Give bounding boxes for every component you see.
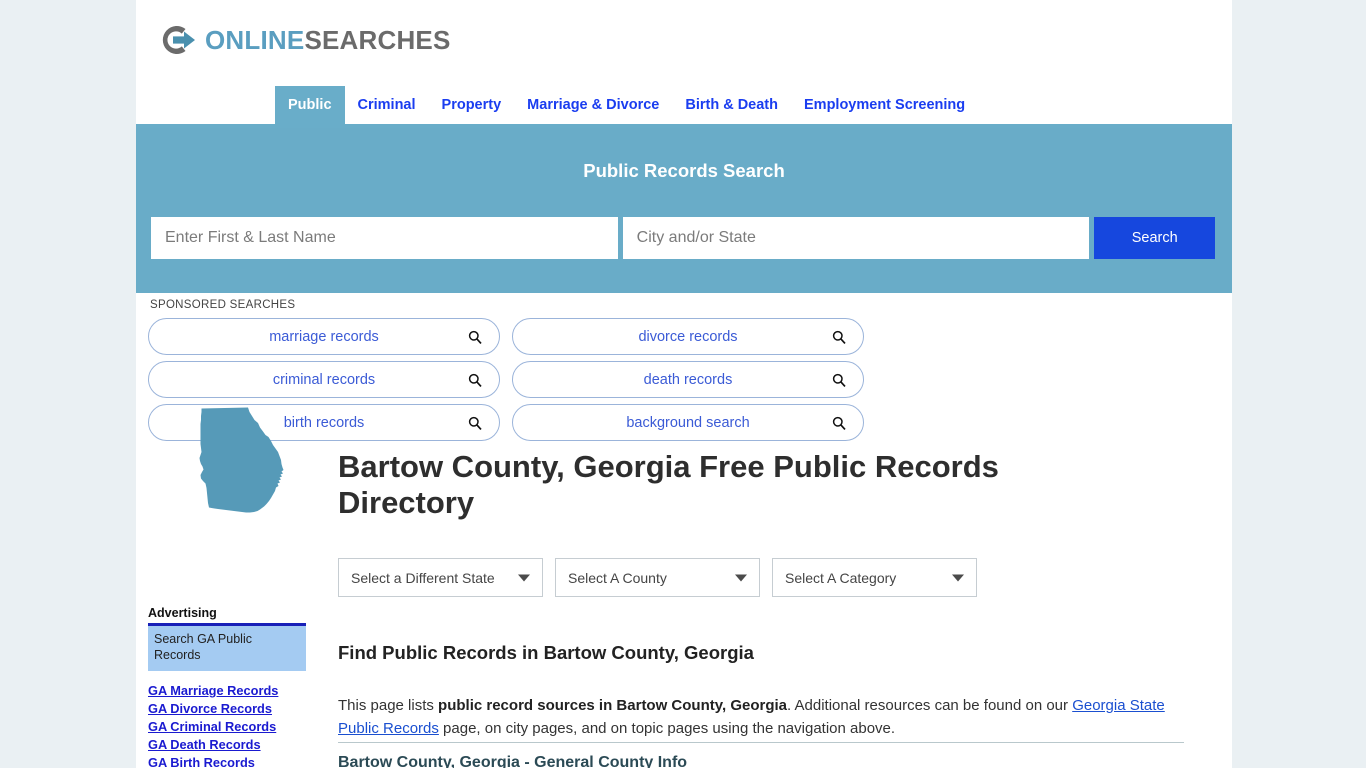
advertising-sidebar: Advertising Search GA Public Records GA … [148, 606, 308, 768]
sponsored-pill-label: divorce records [638, 328, 738, 345]
page-title: Bartow County, Georgia Free Public Recor… [338, 448, 999, 521]
search-icon [832, 416, 846, 430]
nav-tab-property[interactable]: Property [429, 86, 515, 124]
sponsored-searches-label: SPONSORED SEARCHES [150, 299, 296, 311]
sponsored-pill-label: death records [643, 371, 733, 388]
ad-link-ga-death-records[interactable]: GA Death Records [148, 737, 308, 752]
nav-tab-employment-screening[interactable]: Employment Screening [791, 86, 978, 124]
nav-tab-criminal[interactable]: Criminal [345, 86, 429, 124]
search-city-input[interactable] [622, 217, 1090, 259]
advertising-link-list: GA Marriage Records GA Divorce Records GA … [148, 683, 308, 768]
search-form: Search [151, 217, 1216, 259]
content-container: ONLINESEARCHES Public Criminal Property Mar… [136, 0, 1232, 768]
filter-select-row: Select a Different State Select A County… [338, 558, 977, 597]
intro-text-post: page, on city pages, and on topic pages … [438, 719, 896, 737]
ad-promo-text: Search GA Public Records [154, 632, 252, 662]
search-submit-button[interactable]: Search [1094, 217, 1216, 259]
state-select-label: Select a Different State [351, 569, 495, 586]
logo-wordmark: ONLINESEARCHES [205, 25, 451, 56]
search-icon [468, 330, 482, 344]
nav-tab-public[interactable]: Public [275, 86, 345, 124]
logo-word-searches: SEARCHES [304, 24, 451, 55]
ad-link-ga-divorce-records[interactable]: GA Divorce Records [148, 701, 308, 716]
logo-word-online: ONLINE [205, 24, 305, 55]
ad-link-ga-marriage-records[interactable]: GA Marriage Records [148, 683, 308, 698]
general-county-info-heading: Bartow County, Georgia - General County … [338, 754, 688, 768]
public-records-search-band: Public Records Search Search [136, 128, 1232, 293]
search-icon [468, 373, 482, 387]
sponsored-pill-marriage-records[interactable]: marriage records [148, 318, 500, 355]
nav-tab-marriage-divorce[interactable]: Marriage & Divorce [514, 86, 672, 124]
ad-link-ga-birth-records[interactable]: GA Birth Records [148, 755, 308, 768]
sponsored-pill-label: marriage records [269, 328, 379, 345]
advertising-heading: Advertising [148, 606, 217, 620]
intro-paragraph: This page lists public record sources in… [338, 695, 1184, 740]
ad-link-ga-criminal-records[interactable]: GA Criminal Records [148, 719, 308, 734]
search-icon [468, 416, 482, 430]
search-band-title: Public Records Search [583, 160, 785, 181]
section-heading: Find Public Records in Bartow County, Ge… [338, 642, 754, 664]
search-icon [832, 373, 846, 387]
chevron-down-icon [735, 574, 747, 581]
section-divider [338, 742, 1184, 743]
sponsored-pill-death-records[interactable]: death records [512, 361, 864, 398]
sponsored-pill-background-search[interactable]: background search [512, 404, 864, 441]
sponsored-pill-divorce-records[interactable]: divorce records [512, 318, 864, 355]
state-select[interactable]: Select a Different State [338, 558, 543, 597]
category-select-label: Select A Category [785, 569, 897, 586]
georgia-state-map-icon [186, 404, 311, 529]
ad-promo-box[interactable]: Search GA Public Records [148, 623, 306, 672]
chevron-down-icon [518, 574, 530, 581]
page-root: ONLINESEARCHES Public Criminal Property Mar… [0, 0, 1366, 768]
main-navigation: Public Criminal Property Marriage & Divorce… [136, 86, 1232, 128]
sponsored-pill-criminal-records[interactable]: criminal records [148, 361, 500, 398]
site-logo[interactable]: ONLINESEARCHES [154, 16, 451, 64]
nav-tab-list: Public Criminal Property Marriage & Divorce… [275, 86, 978, 124]
county-select[interactable]: Select A County [555, 558, 760, 597]
chevron-down-icon [952, 574, 964, 581]
search-name-input[interactable] [151, 217, 618, 259]
intro-text-pre: This page lists [338, 697, 439, 714]
county-select-label: Select A County [568, 569, 667, 586]
sponsored-pill-label: background search [626, 414, 750, 431]
category-select[interactable]: Select A Category [772, 558, 977, 597]
intro-text-mid: . Additional resources can be found on o… [787, 697, 1073, 714]
search-icon [832, 330, 846, 344]
sponsored-pill-label: criminal records [272, 371, 376, 388]
circle-arrow-logo-icon [154, 18, 198, 62]
intro-text-bold: public record sources in Bartow County, … [438, 697, 787, 714]
nav-tab-birth-death[interactable]: Birth & Death [672, 86, 791, 124]
